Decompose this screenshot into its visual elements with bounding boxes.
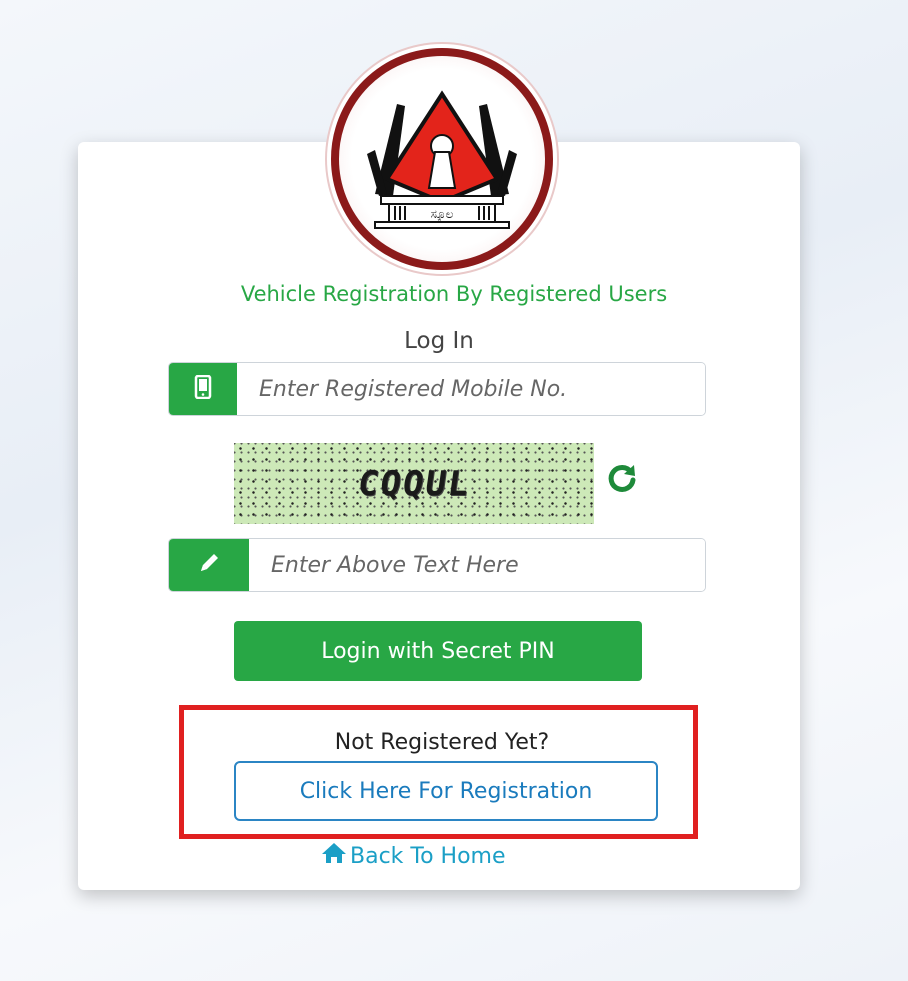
back-to-home-label: Back To Home — [350, 843, 506, 869]
logo-container: ಸ್ಕೂಲ — [297, 45, 587, 273]
svg-text:ಸ್ಕೂಲ: ಸ್ಕೂಲ — [431, 207, 454, 223]
mobile-phone-icon — [194, 374, 212, 403]
login-heading: Log In — [404, 328, 474, 354]
captcha-addon — [169, 539, 249, 591]
captcha-text-input[interactable] — [249, 539, 705, 591]
refresh-captcha-button[interactable] — [602, 460, 642, 500]
page-subtitle: Vehicle Registration By Registered Users — [240, 282, 668, 306]
captcha-image: CQQUL — [234, 443, 594, 524]
not-registered-text: Not Registered Yet? — [334, 730, 550, 755]
captcha-text: CQQUL — [355, 463, 473, 504]
mobile-input-group — [168, 362, 706, 416]
home-icon — [320, 841, 350, 871]
organization-logo: ಸ್ಕೂಲ — [331, 48, 553, 270]
registration-button[interactable]: Click Here For Registration — [234, 761, 658, 821]
refresh-icon — [606, 462, 638, 498]
mobile-number-input[interactable] — [237, 363, 705, 415]
captcha-input-group — [168, 538, 706, 592]
logo-emblem-icon: ಸ್ಕೂಲ — [367, 90, 517, 229]
mobile-addon — [169, 363, 237, 415]
back-to-home-link[interactable]: Back To Home — [320, 840, 506, 872]
pencil-icon — [197, 551, 221, 579]
login-with-pin-button[interactable]: Login with Secret PIN — [234, 621, 642, 681]
